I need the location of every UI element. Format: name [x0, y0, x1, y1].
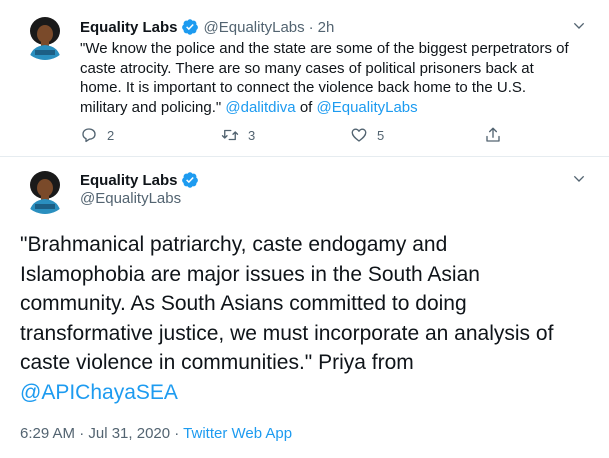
tweet-source[interactable]: Twitter Web App: [183, 425, 292, 442]
avatar-illustration-icon: [21, 12, 69, 60]
tweet-text-fragment: of: [295, 98, 317, 116]
chevron-down-icon[interactable]: [571, 18, 587, 34]
avatar[interactable]: [21, 12, 69, 60]
avatar-illustration-icon: [21, 166, 69, 214]
like-button[interactable]: 5: [350, 123, 384, 147]
retweet-icon: [221, 129, 239, 141]
share-icon: [486, 127, 500, 142]
tweet-timestamp[interactable]: 6:29 AM · Jul 31, 2020: [20, 425, 170, 442]
tweet-time[interactable]: 2h: [318, 19, 335, 36]
tweet-text: "We know the police and the state are so…: [80, 39, 595, 117]
tweet-text-line: transformative justice, we must incorpor…: [20, 321, 554, 345]
tweet-header: Equality Labs @EqualityLabs · 2h: [80, 17, 334, 37]
tweet-text: "Brahmanical patriarchy, caste endogamy …: [20, 230, 600, 407]
chevron-down-icon[interactable]: [571, 171, 587, 187]
author-name[interactable]: Equality Labs: [80, 172, 178, 189]
tweet-text-line: caste atrocity. There are so many cases …: [80, 59, 534, 77]
verified-badge-icon: [181, 172, 198, 188]
retweet-button[interactable]: 3: [221, 123, 255, 147]
tweet-meta: 6:29 AM · Jul 31, 2020 · Twitter Web App: [20, 425, 292, 442]
author-name[interactable]: Equality Labs: [80, 19, 178, 36]
verified-badge-icon: [181, 19, 198, 35]
separator-dot: ·: [170, 425, 184, 442]
mention-link[interactable]: @APIChayaSEA: [20, 378, 600, 408]
tweet-header: Equality Labs: [80, 170, 199, 190]
share-button[interactable]: [484, 123, 502, 147]
tweet-text-line: community. As South Asians committed to …: [20, 292, 467, 315]
like-icon: [351, 128, 367, 142]
tweet-text-line: "Brahmanical patriarchy, caste endogamy …: [20, 233, 448, 256]
tweet-text-line: "We know the police and the state are so…: [80, 40, 569, 57]
reply-count: 2: [107, 127, 115, 143]
tweet-text-line: home. It is important to connect the vio…: [80, 79, 527, 96]
tweet-text-line: military and policing." @dalitdiva of @E…: [80, 98, 595, 118]
separator-dot: ·: [308, 18, 314, 36]
reply-button[interactable]: 2: [80, 123, 114, 147]
tweet-text-fragment: military and policing.": [80, 98, 226, 116]
tweet-actions: 2 3 5: [80, 123, 520, 147]
reply-icon: [82, 128, 96, 143]
author-handle[interactable]: @EqualityLabs: [80, 190, 181, 207]
tweet-reply[interactable]: Equality Labs @EqualityLabs · 2h "We kno…: [0, 0, 609, 157]
mention-link[interactable]: @dalitdiva: [225, 99, 295, 116]
tweet-text-line: caste violence in communities." Priya fr…: [20, 351, 414, 374]
mention-link[interactable]: @EqualityLabs: [317, 99, 418, 116]
avatar[interactable]: [21, 166, 69, 214]
like-count: 5: [377, 127, 385, 143]
author-handle[interactable]: @EqualityLabs: [204, 19, 305, 36]
tweet-text-line: Islamophobia are major issues in the Sou…: [20, 262, 480, 286]
retweet-count: 3: [248, 127, 256, 143]
